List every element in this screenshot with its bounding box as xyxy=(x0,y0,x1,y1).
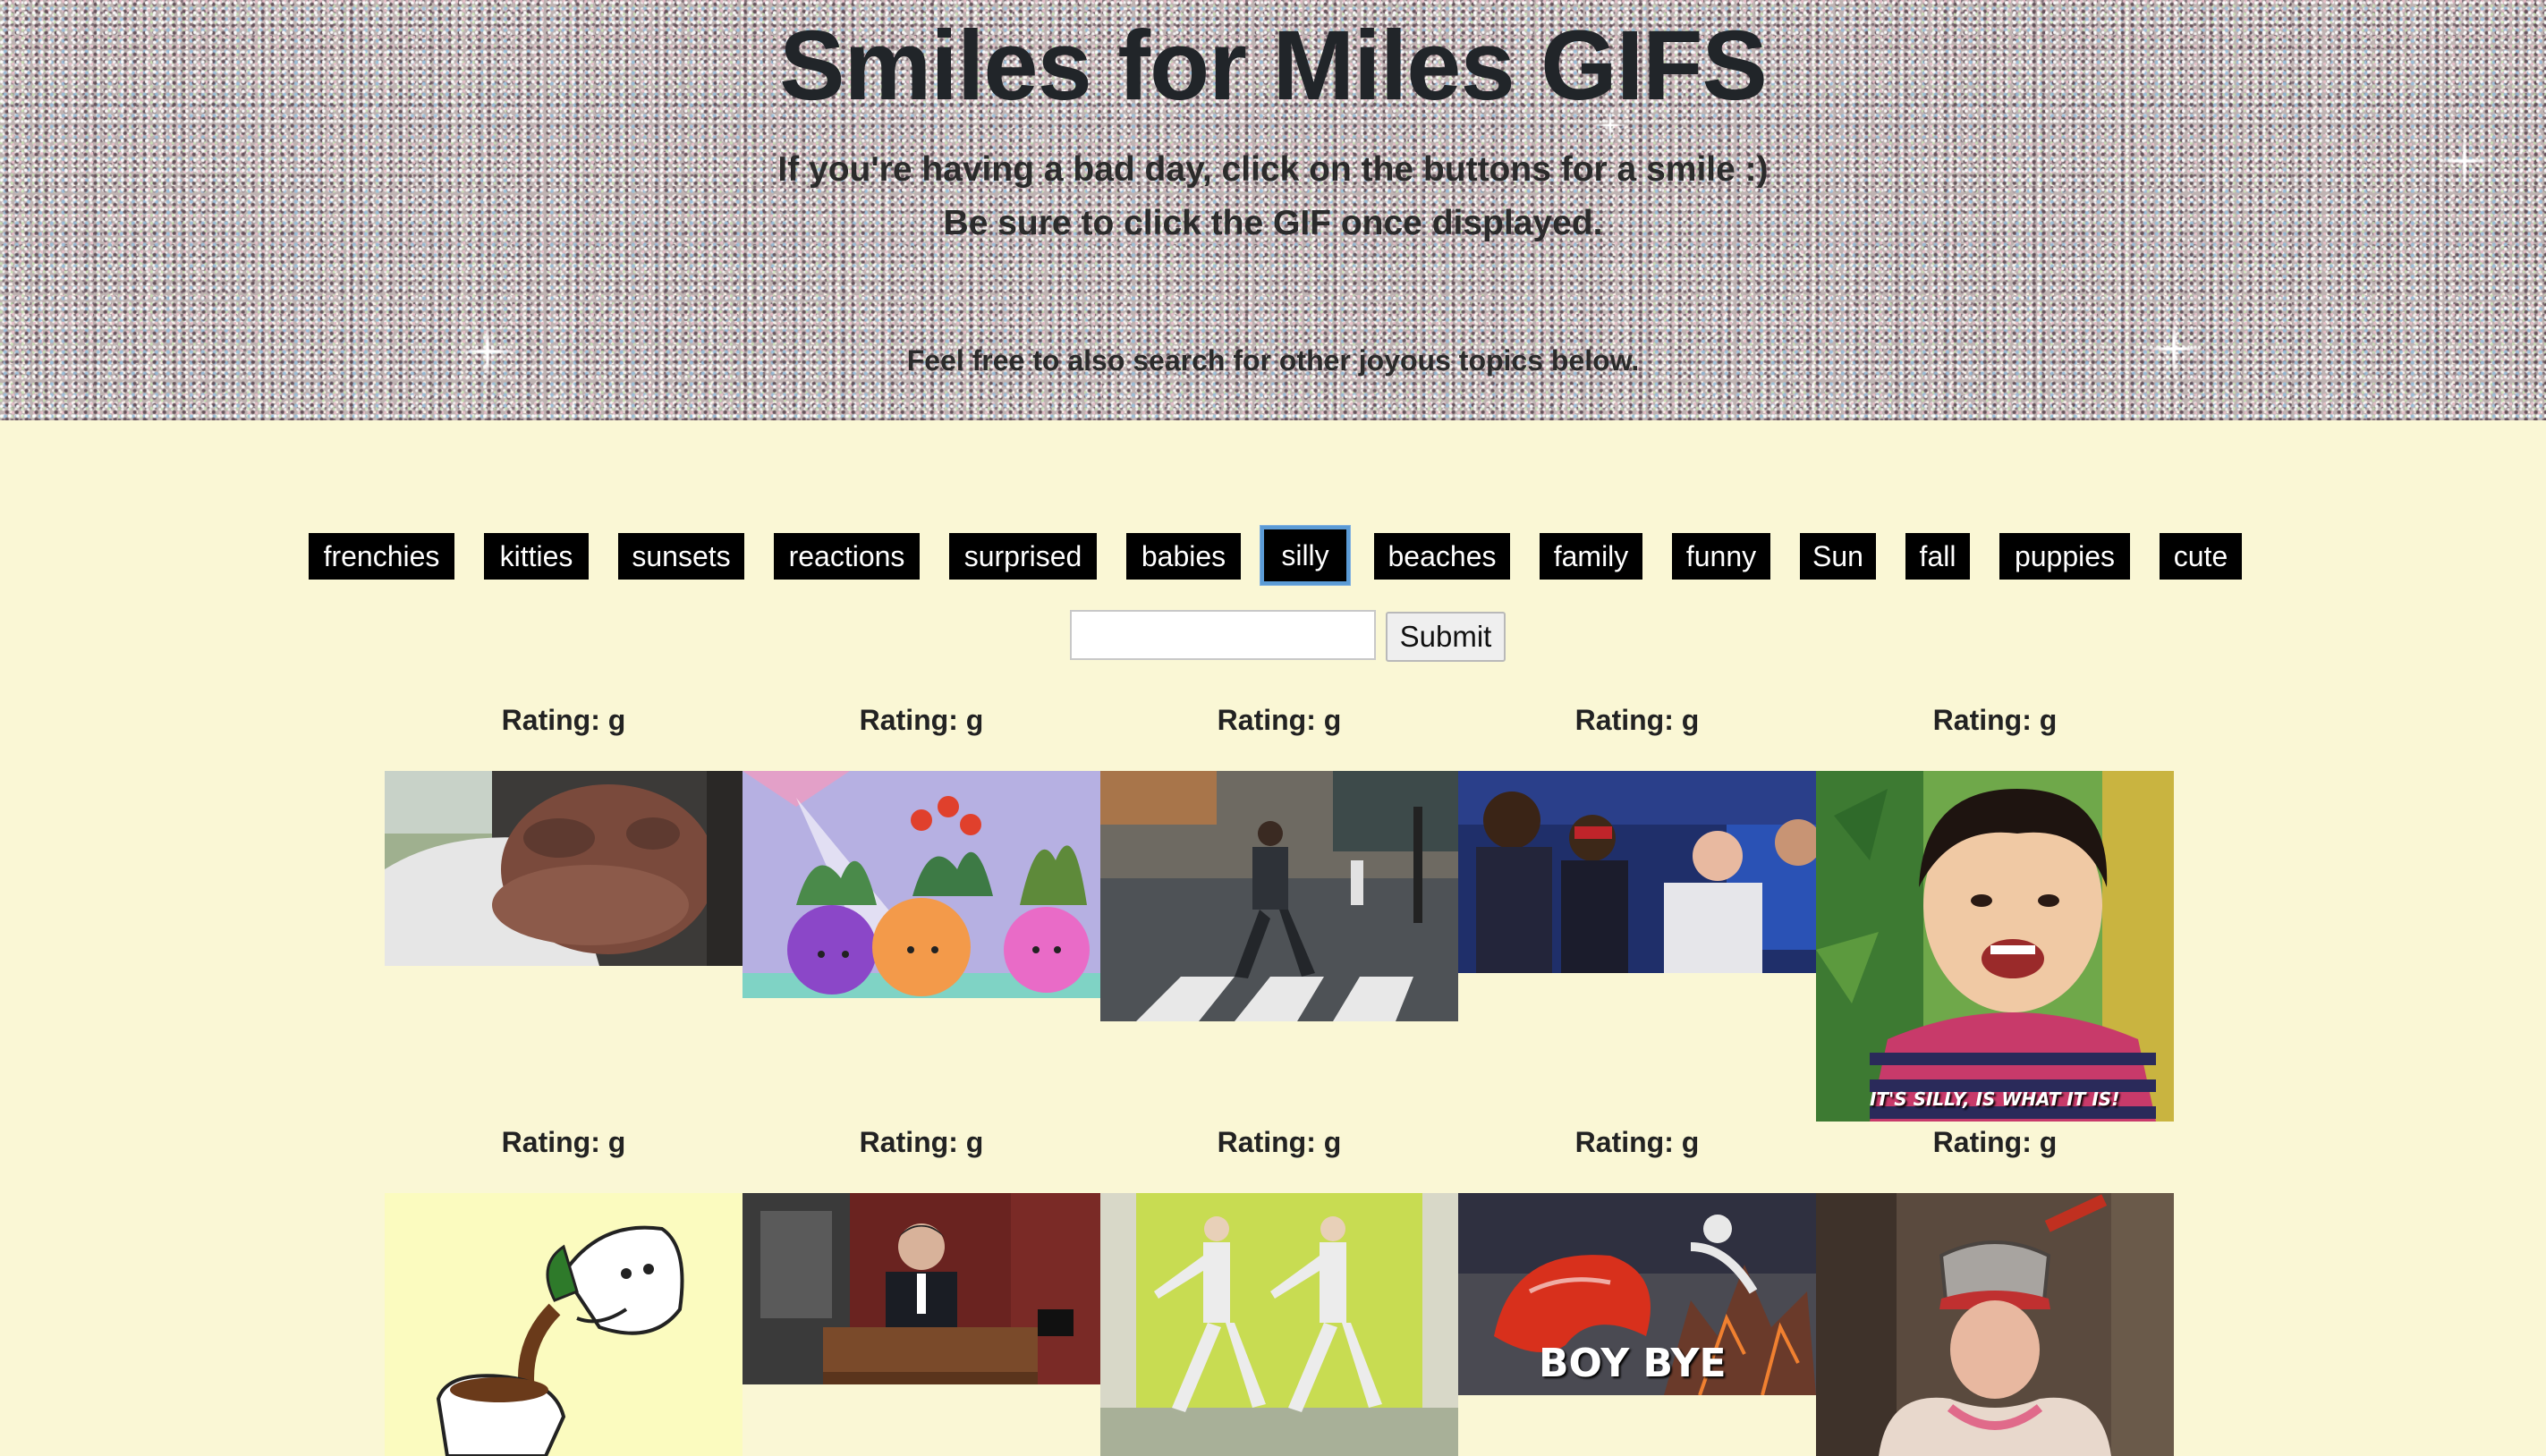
topic-button-frenchies[interactable]: frenchies xyxy=(309,533,454,580)
gif-rating-label: Rating: g xyxy=(1574,704,1700,736)
glitter-header: Smiles for Miles GIFS If you're having a… xyxy=(0,0,2546,420)
gif-image-silly-kid[interactable]: IT'S SILLY, IS WHAT IT IS! xyxy=(1816,771,2174,1122)
dog-face-image xyxy=(385,771,743,966)
man-desk-image xyxy=(743,1193,1100,1384)
gif-image-watering-plants[interactable] xyxy=(743,771,1100,998)
gif-image-man-crosswalk[interactable] xyxy=(1100,771,1458,1021)
gif-image-man-desk[interactable] xyxy=(743,1193,1100,1384)
gif-image-dog-face[interactable] xyxy=(385,771,743,966)
topic-button-puppies[interactable]: puppies xyxy=(1999,533,2130,580)
gif-rating-label: Rating: g xyxy=(1574,1126,1700,1158)
gif-image-coffee-pot[interactable] xyxy=(385,1193,743,1456)
search-input[interactable] xyxy=(1070,610,1376,660)
coffee-pot-image xyxy=(385,1193,743,1456)
topic-button-surprised[interactable]: surprised xyxy=(949,533,1097,580)
topic-button-reactions[interactable]: reactions xyxy=(774,533,920,580)
gif-rating-label: Rating: g xyxy=(1932,704,2058,736)
subtitle-bad-day: If you're having a bad day, click on the… xyxy=(777,150,1769,189)
gif-rating-label: Rating: g xyxy=(859,1126,984,1158)
topic-button-cute[interactable]: cute xyxy=(2160,533,2242,580)
crowd-reaction-image xyxy=(1458,771,1816,973)
topic-button-fall[interactable]: fall xyxy=(1905,533,1970,580)
gif-rating-label: Rating: g xyxy=(1217,1126,1342,1158)
gif-rating-label: Rating: g xyxy=(501,704,626,736)
topic-button-family[interactable]: family xyxy=(1540,533,1642,580)
gif-rating-label: Rating: g xyxy=(1217,704,1342,736)
subtitle-search-hint: Feel free to also search for other joyou… xyxy=(906,344,1640,377)
gif-rating-label: Rating: g xyxy=(859,704,984,736)
gif-image-boy-bye[interactable]: BOY BYE xyxy=(1458,1193,1816,1395)
gif-image-dancing-men[interactable] xyxy=(1100,1193,1458,1456)
gif-rating-label: Rating: g xyxy=(1932,1126,2058,1158)
topic-button-babies[interactable]: babies xyxy=(1126,533,1241,580)
subtitle-click-gif: Be sure to click the GIF once displayed. xyxy=(943,204,1603,242)
topic-button-sun[interactable]: Sun xyxy=(1800,533,1876,580)
silly-kid-image xyxy=(1816,771,2174,1122)
page-title: Smiles for Miles GIFS xyxy=(779,11,1768,121)
dancing-men-image xyxy=(1100,1193,1458,1456)
topic-button-beaches[interactable]: beaches xyxy=(1374,533,1510,580)
submit-button[interactable]: Submit xyxy=(1386,612,1506,662)
topic-button-funny[interactable]: funny xyxy=(1672,533,1770,580)
pot-on-head-image xyxy=(1816,1193,2174,1456)
gif-caption: BOY BYE xyxy=(1539,1341,1727,1386)
topic-button-silly[interactable]: silly xyxy=(1260,526,1350,585)
topic-button-sunsets[interactable]: sunsets xyxy=(618,533,744,580)
gif-rating-label: Rating: g xyxy=(501,1126,626,1158)
gif-image-pot-on-head[interactable] xyxy=(1816,1193,2174,1456)
man-crosswalk-image xyxy=(1100,771,1458,1021)
gif-image-crowd-reaction[interactable] xyxy=(1458,771,1816,973)
gif-caption: IT'S SILLY, IS WHAT IT IS! xyxy=(1870,1088,2120,1110)
topic-button-kitties[interactable]: kitties xyxy=(484,533,589,580)
watering-plants-image xyxy=(743,771,1100,998)
